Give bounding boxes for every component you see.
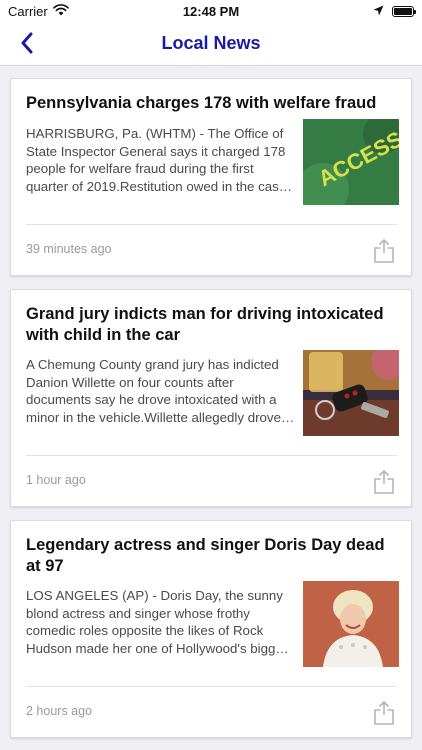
article-timestamp: 2 hours ago bbox=[26, 704, 93, 718]
news-feed[interactable]: Pennsylvania charges 178 with welfare fr… bbox=[0, 66, 422, 750]
article-thumbnail[interactable] bbox=[303, 350, 399, 436]
article-excerpt: A Chemung County grand jury has indicted… bbox=[26, 357, 281, 425]
article-card[interactable]: Grand jury indicts man for driving intox… bbox=[10, 289, 412, 507]
status-time: 12:48 PM bbox=[182, 3, 240, 19]
article-card[interactable]: Legendary actress and singer Doris Day d… bbox=[10, 520, 412, 738]
share-button[interactable] bbox=[373, 238, 395, 264]
wifi-icon bbox=[52, 3, 69, 19]
back-button[interactable] bbox=[14, 32, 40, 58]
article-timestamp: 39 minutes ago bbox=[26, 242, 112, 256]
article-title[interactable]: Grand jury indicts man for driving intox… bbox=[26, 304, 397, 346]
page-title: Local News bbox=[161, 33, 261, 53]
article-title[interactable]: Legendary actress and singer Doris Day d… bbox=[26, 535, 397, 577]
card-divider bbox=[26, 224, 397, 225]
navigation-bar: Local News bbox=[0, 22, 422, 66]
status-left: Carrier bbox=[8, 4, 148, 19]
article-title[interactable]: Pennsylvania charges 178 with welfare fr… bbox=[26, 93, 397, 114]
battery-icon bbox=[392, 5, 416, 17]
article-thumbnail[interactable] bbox=[303, 581, 399, 667]
share-button[interactable] bbox=[373, 700, 395, 726]
article-excerpt: HARRISBURG, Pa. (WHTM) - The Office of S… bbox=[26, 126, 293, 194]
carrier-label: Carrier bbox=[8, 3, 48, 19]
chevron-left-icon bbox=[20, 32, 34, 59]
share-icon bbox=[373, 239, 395, 268]
share-icon bbox=[373, 470, 395, 499]
card-divider bbox=[26, 686, 397, 687]
article-card[interactable]: Pennsylvania charges 178 with welfare fr… bbox=[10, 78, 412, 276]
card-divider bbox=[26, 455, 397, 456]
share-icon bbox=[373, 701, 395, 730]
location-arrow-icon bbox=[373, 4, 384, 19]
article-thumbnail[interactable]: ACCESS bbox=[303, 119, 399, 205]
article-timestamp: 1 hour ago bbox=[26, 473, 86, 487]
status-bar: Carrier 12:48 PM bbox=[0, 0, 422, 22]
article-excerpt: LOS ANGELES (AP) - Doris Day, the sunny … bbox=[26, 588, 294, 656]
share-button[interactable] bbox=[373, 469, 395, 495]
status-right bbox=[274, 4, 416, 19]
